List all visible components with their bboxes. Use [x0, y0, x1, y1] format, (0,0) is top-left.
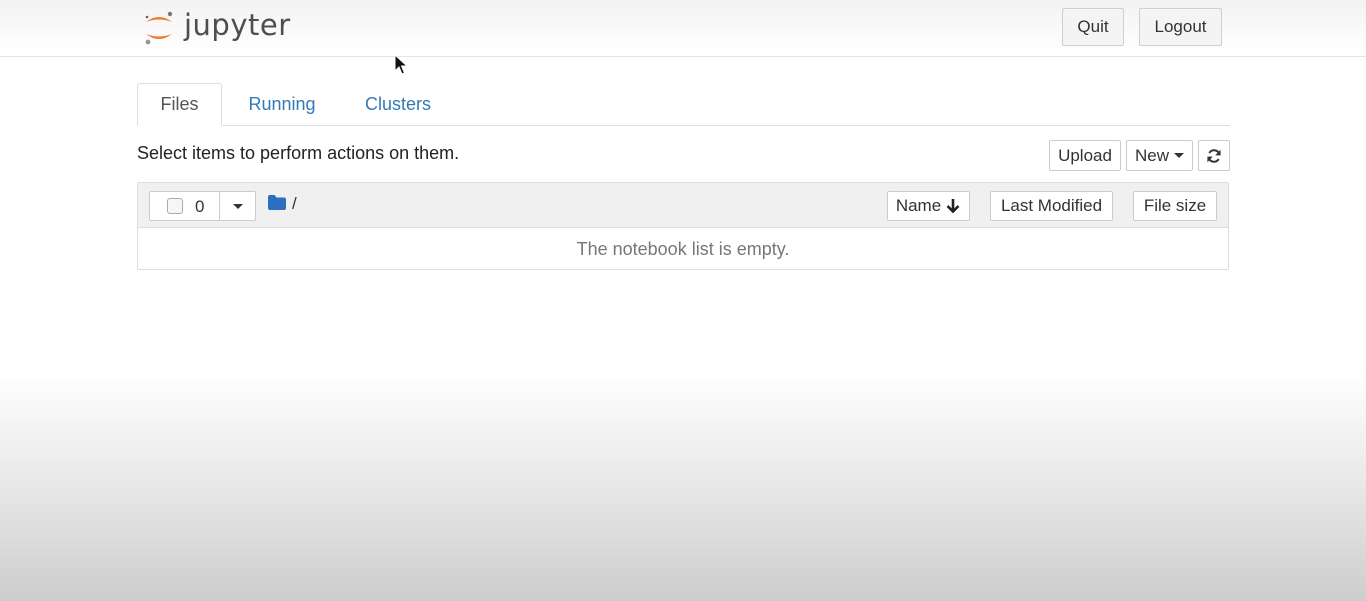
selection-hint: Select items to perform actions on them. — [137, 143, 460, 163]
folder-icon[interactable] — [268, 195, 286, 210]
upload-button[interactable]: Upload — [1049, 140, 1121, 171]
tab-files[interactable]: Files — [137, 83, 222, 126]
selection-dropdown-button[interactable] — [219, 192, 256, 220]
arrow-down-icon — [946, 199, 960, 214]
tab-running[interactable]: Running — [237, 83, 327, 125]
new-label: New — [1134, 145, 1169, 165]
breadcrumb-path[interactable]: / — [292, 194, 297, 214]
sort-by-last-modified-button[interactable]: Last Modified — [990, 191, 1113, 221]
logo-text: jupyter — [184, 8, 291, 42]
refresh-button[interactable] — [1198, 140, 1230, 171]
selected-count: 0 — [195, 197, 205, 216]
sort-by-file-size-button[interactable]: File size — [1133, 191, 1217, 221]
mouse-pointer-icon — [394, 54, 408, 75]
caret-down-icon — [1174, 153, 1184, 158]
select-all-control: 0 — [149, 191, 256, 221]
tab-clusters[interactable]: Clusters — [355, 83, 441, 125]
jupyter-logo[interactable]: jupyter — [142, 8, 291, 48]
empty-list-message: The notebook list is empty. — [576, 238, 790, 259]
sort-by-name-button[interactable]: Name — [887, 191, 970, 221]
notebook-list-header: 0 / Name Last Modified File size — [138, 183, 1228, 228]
logout-button[interactable]: Logout — [1139, 8, 1222, 46]
header-bar: jupyter Quit Logout — [0, 0, 1366, 57]
quit-button[interactable]: Quit — [1062, 8, 1124, 46]
select-all-checkbox[interactable] — [167, 198, 183, 214]
new-dropdown-button[interactable]: New — [1126, 140, 1193, 171]
name-column-label: Name — [895, 196, 942, 215]
caret-down-icon — [233, 203, 243, 209]
tab-bar: Files Running Clusters — [137, 83, 1230, 126]
notebook-list: 0 / Name Last Modified File size The not… — [137, 182, 1229, 270]
refresh-icon — [1207, 148, 1221, 163]
jupyter-logo-icon — [145, 11, 173, 45]
